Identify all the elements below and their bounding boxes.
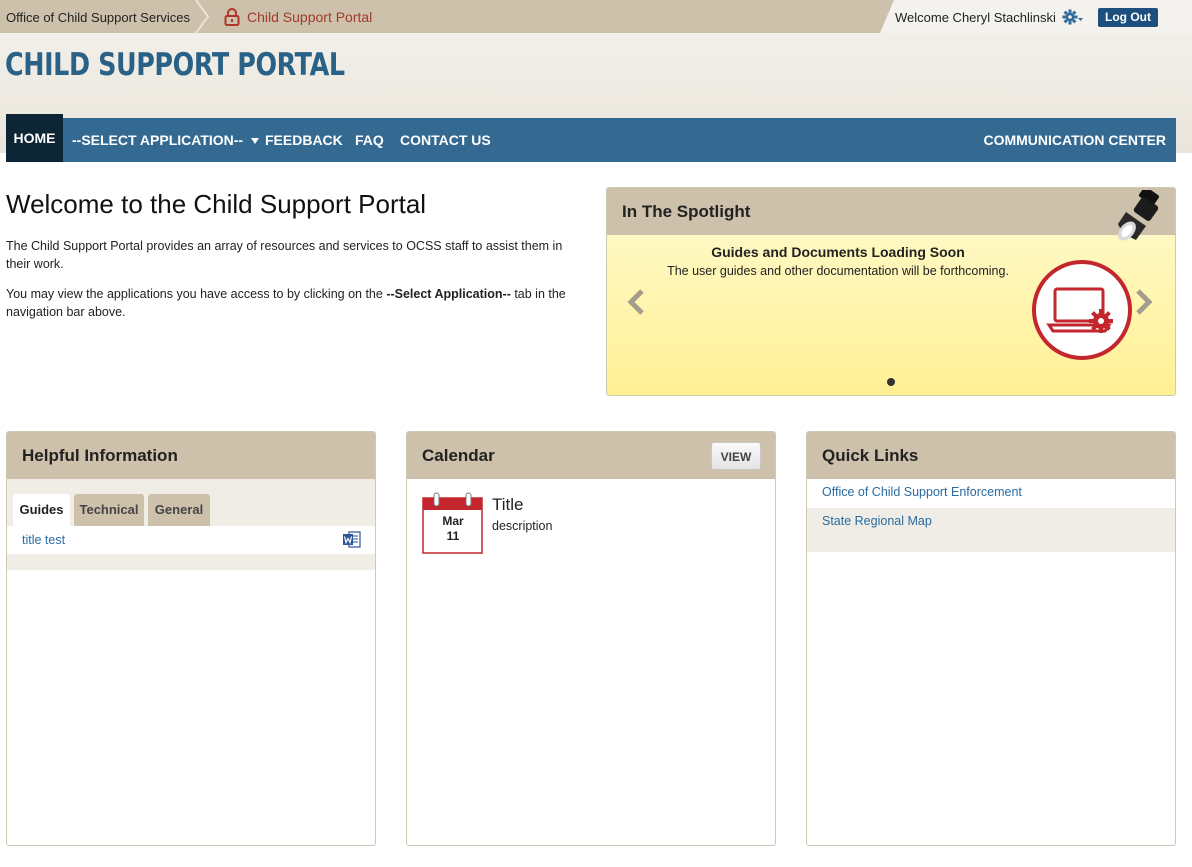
chevron-left-icon[interactable] [626,288,646,316]
helpful-information-header: Helpful Information [7,432,375,479]
quick-links-title: Quick Links [822,446,919,465]
intro-paragraph: The Child Support Portal provides an arr… [6,239,563,271]
tab-general[interactable]: General [148,494,210,526]
instructions-text-start: You may view the applications you have a… [6,287,387,301]
calendar-panel: Calendar VIEW Mar 11 Title description [406,431,776,846]
breadcrumb-separator-icon [195,0,210,33]
quick-link-state-regional-map[interactable]: State Regional Map [822,514,932,528]
guide-list-footer [7,554,375,570]
calendar-title: Calendar [422,446,495,465]
helpful-information-panel: Helpful Information Guides Technical Gen… [6,431,376,846]
breadcrumb-parent[interactable]: Office of Child Support Services [6,10,190,25]
main-nav: HOME --SELECT APPLICATION-- FEEDBACK FAQ… [6,114,1176,162]
nav-select-application[interactable]: --SELECT APPLICATION-- [72,118,260,162]
nav-select-application-label: --SELECT APPLICATION-- [72,132,244,148]
spotlight-title: In The Spotlight [622,202,751,221]
calendar-month: Mar [442,514,464,528]
breadcrumb-current: Child Support Portal [224,8,372,26]
lamp-icon [1118,190,1160,241]
breadcrumb-current-label: Child Support Portal [247,9,373,25]
guide-link[interactable]: title test [22,533,65,547]
list-item: Office of Child Support Enforcement [807,479,1175,508]
page-title: Welcome to the Child Support Portal [6,189,427,219]
nav-contact-us[interactable]: CONTACT US [400,118,491,162]
spotlight-header: In The Spotlight [607,188,1175,235]
welcome-user-text: Welcome Cheryl Stachlinski [895,10,1056,25]
nav-feedback[interactable]: FEEDBACK [265,118,343,162]
quick-links-panel: Quick Links Office of Child Support Enfo… [806,431,1176,846]
helpful-information-title: Helpful Information [22,446,178,465]
site-title[interactable]: CHILD SUPPORT PORTAL [5,47,345,83]
lock-icon [224,8,240,26]
carousel-indicator-dot[interactable] [887,378,895,386]
quick-links-header: Quick Links [807,432,1175,479]
top-bar: Office of Child Support Services Child S… [0,0,1192,33]
logout-button[interactable]: Log Out [1098,8,1158,27]
calendar-day: 11 [446,529,460,543]
list-item: title test [7,526,375,554]
instructions-paragraph: You may view the applications you have a… [6,285,581,321]
spotlight-item-text: The user guides and other documentation … [667,264,1009,278]
nav-home[interactable]: HOME [6,114,63,162]
word-doc-icon[interactable] [343,531,361,548]
instructions-text-bold: --Select Application-- [386,287,511,301]
event-description: description [492,519,553,533]
event-title[interactable]: Title [492,495,524,515]
chevron-right-icon[interactable] [1134,288,1154,316]
spotlight-item-heading: Guides and Documents Loading Soon [711,244,965,260]
gear-icon[interactable] [1062,9,1084,25]
laptop-gear-icon [1032,260,1132,360]
list-item: State Regional Map [807,508,1175,552]
nav-faq[interactable]: FAQ [355,118,384,162]
view-calendar-button[interactable]: VIEW [711,442,761,470]
tab-technical[interactable]: Technical [74,494,144,526]
nav-communication-center[interactable]: COMMUNICATION CENTER [983,118,1166,162]
chevron-down-icon [251,138,260,145]
calendar-header: Calendar VIEW [407,432,775,479]
tab-guides[interactable]: Guides [13,494,70,526]
quick-link-ocse[interactable]: Office of Child Support Enforcement [822,485,1022,499]
